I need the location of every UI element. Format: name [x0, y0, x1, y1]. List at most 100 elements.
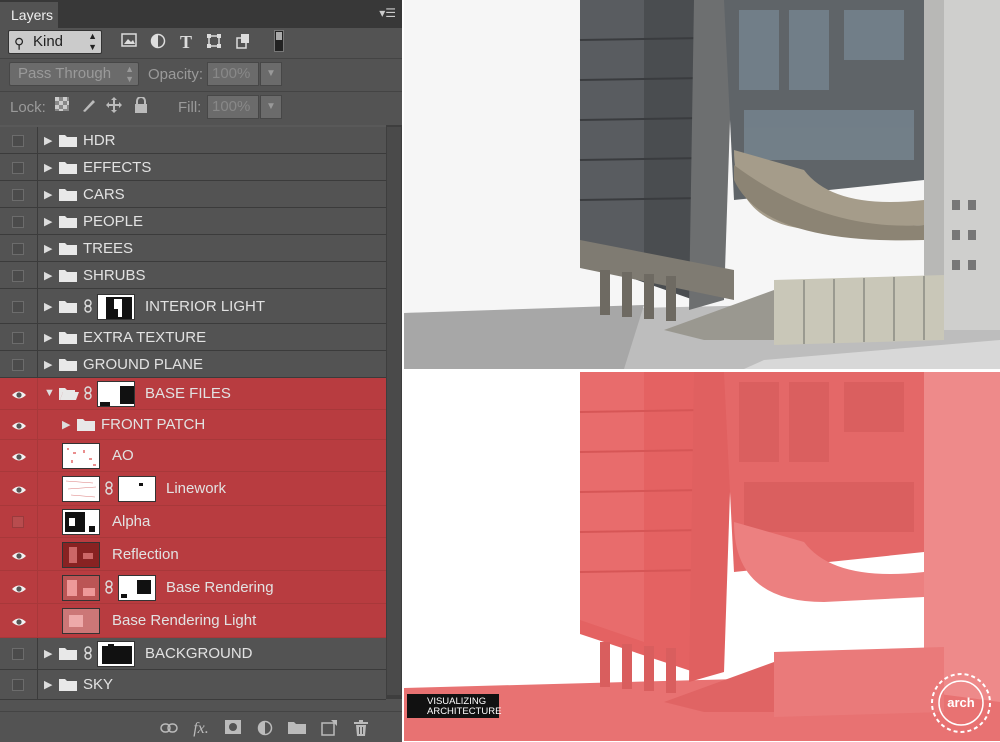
visibility-toggle[interactable]: [12, 188, 24, 201]
visibility-toggle[interactable]: [12, 516, 24, 528]
layer-row[interactable]: ▶ BACKGROUND: [0, 638, 386, 670]
expand-arrow-icon[interactable]: ▶: [44, 269, 52, 282]
fx-icon[interactable]: fx.: [192, 720, 210, 738]
mask-link-icon[interactable]: [83, 386, 92, 402]
visibility-cell[interactable]: [0, 351, 38, 377]
visibility-cell[interactable]: [0, 181, 38, 207]
layer-row[interactable]: AO: [0, 440, 386, 472]
layer-row[interactable]: Base Rendering Light: [0, 604, 386, 638]
layer-row[interactable]: Base Rendering: [0, 571, 386, 604]
tab-layers[interactable]: Layers: [0, 2, 58, 28]
visibility-toggle[interactable]: [12, 161, 24, 174]
shape-filter-icon[interactable]: [205, 33, 223, 51]
lock-transparent-pixels-icon[interactable]: [53, 97, 71, 115]
eye-icon[interactable]: [11, 549, 27, 561]
visibility-toggle[interactable]: [12, 648, 24, 660]
lock-position-icon[interactable]: [105, 97, 123, 115]
visibility-toggle[interactable]: [12, 215, 24, 228]
mask-link-icon[interactable]: [104, 579, 113, 596]
visibility-cell[interactable]: [0, 440, 38, 471]
layer-thumbnail[interactable]: [62, 476, 100, 502]
layer-row[interactable]: Linework: [0, 472, 386, 506]
new-layer-icon[interactable]: [320, 720, 338, 738]
eye-icon[interactable]: [11, 615, 27, 627]
scrollbar-thumb[interactable]: [387, 127, 401, 695]
layer-mask-thumbnail[interactable]: [97, 293, 135, 320]
layer-row[interactable]: ▶ EXTRA TEXTURE: [0, 324, 386, 351]
expand-arrow-icon[interactable]: ▶: [44, 647, 52, 660]
layer-mask-thumbnail[interactable]: [118, 574, 156, 601]
expand-arrow-icon[interactable]: ▶: [44, 188, 52, 201]
delete-icon[interactable]: [352, 720, 370, 738]
layer-row[interactable]: ▶ TREES: [0, 235, 386, 262]
visibility-cell[interactable]: [0, 670, 38, 699]
visibility-cell[interactable]: [0, 154, 38, 180]
layer-thumbnail[interactable]: [62, 443, 100, 469]
visibility-cell[interactable]: [0, 506, 38, 537]
eye-icon[interactable]: [11, 582, 27, 594]
expand-arrow-icon[interactable]: ▶: [44, 678, 52, 691]
smart-object-filter-icon[interactable]: [234, 33, 252, 51]
layer-row[interactable]: ▶ HDR: [0, 127, 386, 154]
layer-mask-thumbnail[interactable]: [97, 641, 135, 667]
visibility-cell[interactable]: [0, 410, 38, 439]
visibility-cell[interactable]: [0, 235, 38, 261]
eye-icon[interactable]: [11, 388, 27, 400]
mask-link-icon[interactable]: [83, 298, 92, 315]
layer-row[interactable]: ▶ INTERIOR LIGHT: [0, 289, 386, 324]
expand-arrow-icon[interactable]: ▶: [44, 358, 52, 371]
visibility-cell[interactable]: [0, 571, 38, 603]
visibility-toggle[interactable]: [12, 331, 24, 344]
layer-row[interactable]: ▶ FRONT PATCH: [0, 410, 386, 440]
mask-link-icon[interactable]: [83, 646, 92, 662]
layer-mask-thumbnail[interactable]: [118, 476, 156, 502]
link-layers-icon[interactable]: [160, 720, 178, 738]
eye-icon[interactable]: [11, 419, 27, 431]
type-filter-icon[interactable]: T: [177, 33, 195, 51]
visibility-cell[interactable]: [0, 324, 38, 350]
eye-icon[interactable]: [11, 450, 27, 462]
layer-thumbnail[interactable]: [62, 574, 100, 601]
visibility-toggle[interactable]: [12, 242, 24, 255]
mask-link-icon[interactable]: [104, 481, 113, 497]
layer-row[interactable]: ▼ BASE FILES: [0, 378, 386, 410]
adjustment-layer-icon[interactable]: [256, 720, 274, 738]
layer-row[interactable]: Alpha: [0, 506, 386, 538]
expand-arrow-icon[interactable]: ▶: [44, 300, 52, 313]
layer-row[interactable]: Reflection: [0, 538, 386, 571]
expand-arrow-icon[interactable]: ▶: [44, 215, 52, 228]
lock-image-pixels-icon[interactable]: [80, 97, 98, 115]
visibility-toggle[interactable]: [12, 358, 24, 371]
visibility-cell[interactable]: [0, 538, 38, 570]
expand-arrow-icon[interactable]: ▶: [44, 242, 52, 255]
lock-all-icon[interactable]: [132, 96, 150, 115]
visibility-cell[interactable]: [0, 289, 38, 323]
new-group-icon[interactable]: [288, 720, 306, 738]
visibility-cell[interactable]: [0, 638, 38, 669]
layer-row[interactable]: ▶ SKY: [0, 670, 386, 700]
adjustment-filter-icon[interactable]: [149, 33, 167, 51]
expand-arrow-icon[interactable]: ▶: [44, 331, 52, 344]
visibility-cell[interactable]: [0, 378, 38, 409]
eye-icon[interactable]: [11, 483, 27, 495]
visibility-cell[interactable]: [0, 604, 38, 637]
panel-menu-icon[interactable]: ▾☰: [379, 6, 396, 20]
visibility-toggle[interactable]: [12, 269, 24, 282]
visibility-cell[interactable]: [0, 208, 38, 234]
visibility-toggle[interactable]: [12, 134, 24, 147]
fill-field[interactable]: 100%: [207, 95, 259, 119]
collapse-arrow-icon[interactable]: ▼: [44, 387, 55, 399]
layer-thumbnail[interactable]: [62, 541, 100, 568]
layer-row[interactable]: ▶ SHRUBS: [0, 262, 386, 289]
add-mask-icon[interactable]: [224, 720, 242, 738]
visibility-toggle[interactable]: [12, 300, 24, 313]
visibility-toggle[interactable]: [12, 679, 24, 691]
layer-row[interactable]: ▶ GROUND PLANE: [0, 351, 386, 378]
visibility-cell[interactable]: [0, 262, 38, 288]
layer-row[interactable]: ▶ EFFECTS: [0, 154, 386, 181]
fill-dropdown-icon[interactable]: ▼: [260, 95, 282, 119]
visibility-cell[interactable]: [0, 472, 38, 505]
opacity-dropdown-icon[interactable]: ▼: [260, 62, 282, 86]
layer-row[interactable]: ▶ PEOPLE: [0, 208, 386, 235]
visibility-cell[interactable]: [0, 127, 38, 153]
